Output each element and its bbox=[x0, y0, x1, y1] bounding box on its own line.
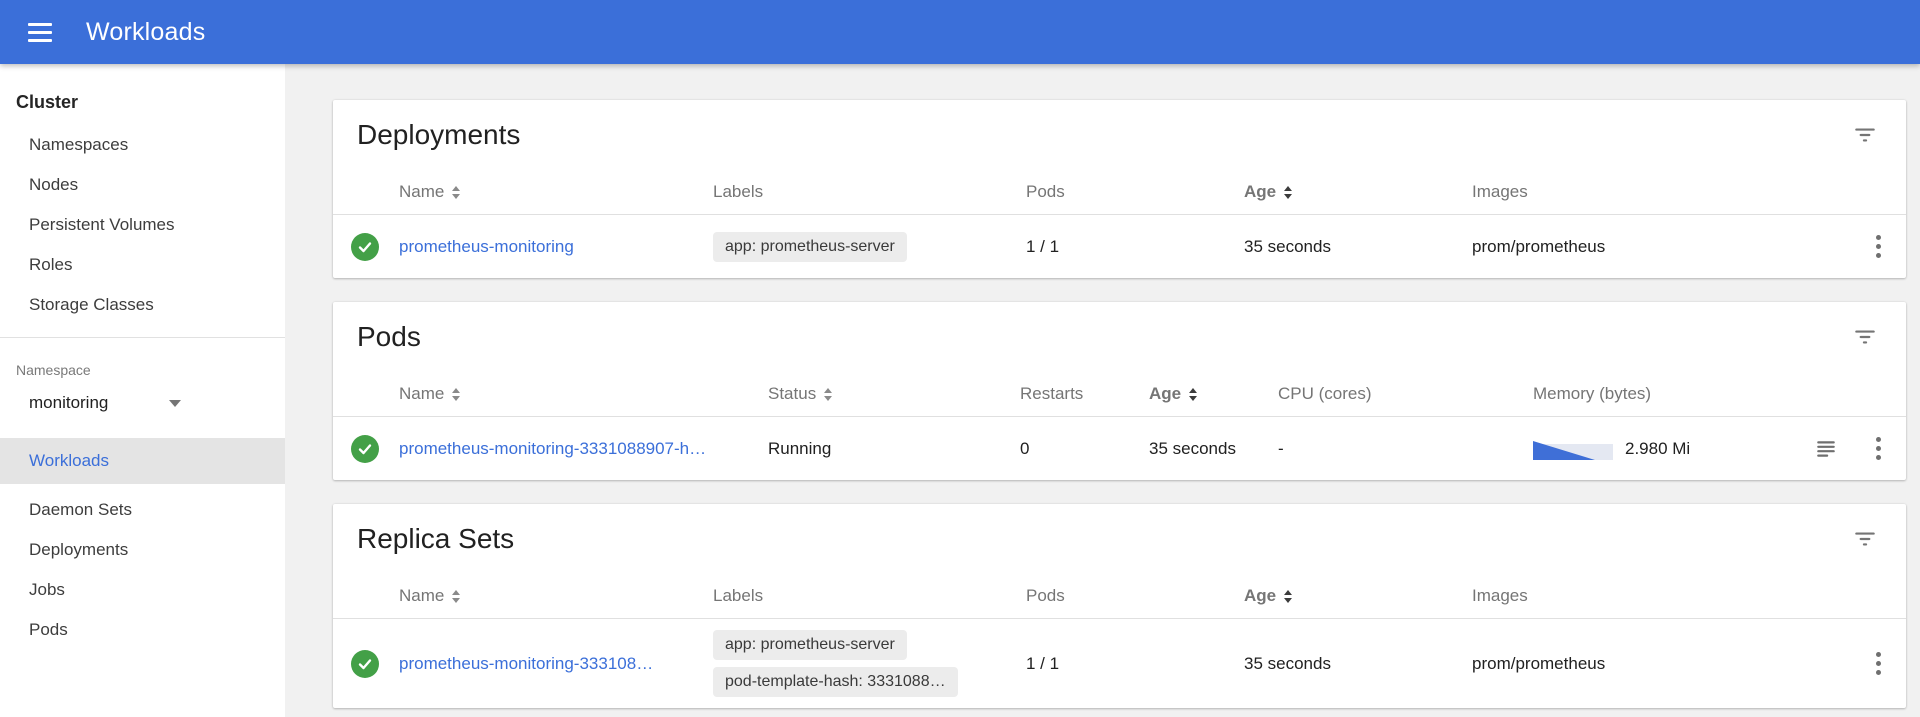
sort-icon bbox=[1284, 590, 1292, 603]
replica-set-row: prometheus-monitoring-333108… app: prome… bbox=[333, 618, 1906, 708]
deployments-col-age[interactable]: Age bbox=[1244, 182, 1472, 202]
pod-name-link[interactable]: prometheus-monitoring-3331088907-h… bbox=[399, 439, 768, 459]
deployments-card-header: Deployments bbox=[333, 100, 1906, 170]
memory-sparkline bbox=[1533, 438, 1613, 460]
sidebar-item-namespaces[interactable]: Namespaces bbox=[0, 125, 285, 165]
status-ok-icon bbox=[351, 435, 379, 463]
pod-memory-value: 2.980 Mi bbox=[1625, 439, 1690, 459]
pods-filter-button[interactable] bbox=[1848, 320, 1882, 354]
page-title: Workloads bbox=[86, 18, 205, 47]
replica-set-name-link[interactable]: prometheus-monitoring-333108… bbox=[399, 654, 713, 674]
sidebar-item-workloads[interactable]: Workloads bbox=[0, 438, 285, 484]
replica-sets-col-images: Images bbox=[1472, 586, 1850, 606]
pods-col-status[interactable]: Status bbox=[768, 384, 1020, 404]
replica-set-labels: app: prometheus-server pod-template-hash… bbox=[713, 619, 1026, 708]
sidebar-item-nodes[interactable]: Nodes bbox=[0, 165, 285, 205]
pods-card: Pods Name Status Restarts bbox=[333, 302, 1906, 480]
replica-sets-col-labels: Labels bbox=[713, 586, 1026, 606]
replica-set-images: prom/prometheus bbox=[1472, 654, 1850, 674]
pods-card-header: Pods bbox=[333, 302, 1906, 372]
replica-sets-col-age[interactable]: Age bbox=[1244, 586, 1472, 606]
filter-icon bbox=[1852, 122, 1878, 148]
pods-col-restarts: Restarts bbox=[1020, 384, 1149, 404]
deployments-col-images: Images bbox=[1472, 182, 1850, 202]
deployments-col-pods: Pods bbox=[1026, 182, 1244, 202]
deployment-age: 35 seconds bbox=[1244, 237, 1472, 257]
pod-row: prometheus-monitoring-3331088907-h… Runn… bbox=[333, 416, 1906, 480]
replica-set-pods-count: 1 / 1 bbox=[1026, 654, 1244, 674]
logs-icon bbox=[1815, 438, 1837, 460]
replica-sets-card-header: Replica Sets bbox=[333, 504, 1906, 574]
menu-button[interactable] bbox=[20, 15, 60, 50]
pod-memory-cell: 2.980 Mi bbox=[1533, 438, 1802, 460]
app-root: Workloads Cluster Namespaces Nodes Persi… bbox=[0, 0, 1920, 717]
replica-sets-col-name[interactable]: Name bbox=[399, 586, 713, 606]
deployments-col-labels: Labels bbox=[713, 182, 1026, 202]
sort-icon bbox=[452, 590, 460, 603]
sidebar-item-deployments[interactable]: Deployments bbox=[0, 530, 285, 570]
sort-icon bbox=[824, 388, 832, 401]
deployment-pods-count: 1 / 1 bbox=[1026, 237, 1244, 257]
filter-icon bbox=[1852, 324, 1878, 350]
pods-card-title: Pods bbox=[357, 321, 421, 353]
sidebar-item-jobs[interactable]: Jobs bbox=[0, 570, 285, 610]
sidebar-item-daemon-sets[interactable]: Daemon Sets bbox=[0, 490, 285, 530]
deployment-row: prometheus-monitoring app: prometheus-se… bbox=[333, 214, 1906, 278]
sidebar-item-persistent-volumes[interactable]: Persistent Volumes bbox=[0, 205, 285, 245]
row-menu-button[interactable] bbox=[1868, 429, 1889, 468]
sort-icon bbox=[1189, 388, 1197, 401]
sort-icon bbox=[1284, 186, 1292, 199]
main-content: Deployments Name Labels Pods Age bbox=[285, 64, 1920, 717]
status-ok-icon bbox=[351, 650, 379, 678]
main-layout: Cluster Namespaces Nodes Persistent Volu… bbox=[0, 64, 1920, 717]
replica-sets-table-header: Name Labels Pods Age Images bbox=[333, 574, 1906, 618]
workloads-subnav: Daemon Sets Deployments Jobs Pods bbox=[0, 484, 285, 650]
chevron-down-icon bbox=[169, 400, 181, 407]
row-menu-button[interactable] bbox=[1868, 227, 1889, 266]
replica-sets-filter-button[interactable] bbox=[1848, 522, 1882, 556]
replica-sets-card: Replica Sets Name Labels Pods Age bbox=[333, 504, 1906, 708]
sort-icon bbox=[452, 388, 460, 401]
deployments-col-name[interactable]: Name bbox=[399, 182, 713, 202]
replica-set-age: 35 seconds bbox=[1244, 654, 1472, 674]
pod-age: 35 seconds bbox=[1149, 439, 1278, 459]
pods-col-memory: Memory (bytes) bbox=[1533, 384, 1802, 404]
label-chip: pod-template-hash: 3331088… bbox=[713, 667, 958, 697]
deployment-name-link[interactable]: prometheus-monitoring bbox=[399, 237, 713, 257]
deployments-card-title: Deployments bbox=[357, 119, 520, 151]
sidebar-item-storage-classes[interactable]: Storage Classes bbox=[0, 285, 285, 325]
replica-sets-card-title: Replica Sets bbox=[357, 523, 514, 555]
filter-icon bbox=[1852, 526, 1878, 552]
sidebar-item-pods[interactable]: Pods bbox=[0, 610, 285, 650]
hamburger-icon bbox=[28, 23, 52, 42]
row-menu-button[interactable] bbox=[1868, 644, 1889, 683]
namespace-label: Namespace bbox=[0, 338, 285, 386]
replica-sets-col-pods: Pods bbox=[1026, 586, 1244, 606]
namespace-selected-value: monitoring bbox=[29, 393, 108, 413]
sidebar: Cluster Namespaces Nodes Persistent Volu… bbox=[0, 64, 285, 717]
pods-col-name[interactable]: Name bbox=[399, 384, 768, 404]
sidebar-section-cluster: Cluster bbox=[0, 92, 285, 125]
deployments-card: Deployments Name Labels Pods Age bbox=[333, 100, 1906, 278]
pods-col-cpu: CPU (cores) bbox=[1278, 384, 1533, 404]
namespace-selector[interactable]: monitoring bbox=[29, 386, 181, 420]
sort-icon bbox=[452, 186, 460, 199]
pod-restarts: 0 bbox=[1020, 439, 1149, 459]
deployment-labels: app: prometheus-server bbox=[713, 232, 1026, 262]
label-chip: app: prometheus-server bbox=[713, 630, 907, 660]
deployment-images: prom/prometheus bbox=[1472, 237, 1850, 257]
app-header: Workloads bbox=[0, 0, 1920, 64]
sidebar-item-roles[interactable]: Roles bbox=[0, 245, 285, 285]
status-ok-icon bbox=[351, 233, 379, 261]
pod-cpu: - bbox=[1278, 439, 1533, 459]
deployments-filter-button[interactable] bbox=[1848, 118, 1882, 152]
pod-logs-button[interactable] bbox=[1811, 434, 1841, 464]
label-chip: app: prometheus-server bbox=[713, 232, 907, 262]
pods-col-age[interactable]: Age bbox=[1149, 384, 1278, 404]
pod-status: Running bbox=[768, 439, 1020, 459]
pods-table-header: Name Status Restarts Age CPU (cores) Mem… bbox=[333, 372, 1906, 416]
deployments-table-header: Name Labels Pods Age Images bbox=[333, 170, 1906, 214]
